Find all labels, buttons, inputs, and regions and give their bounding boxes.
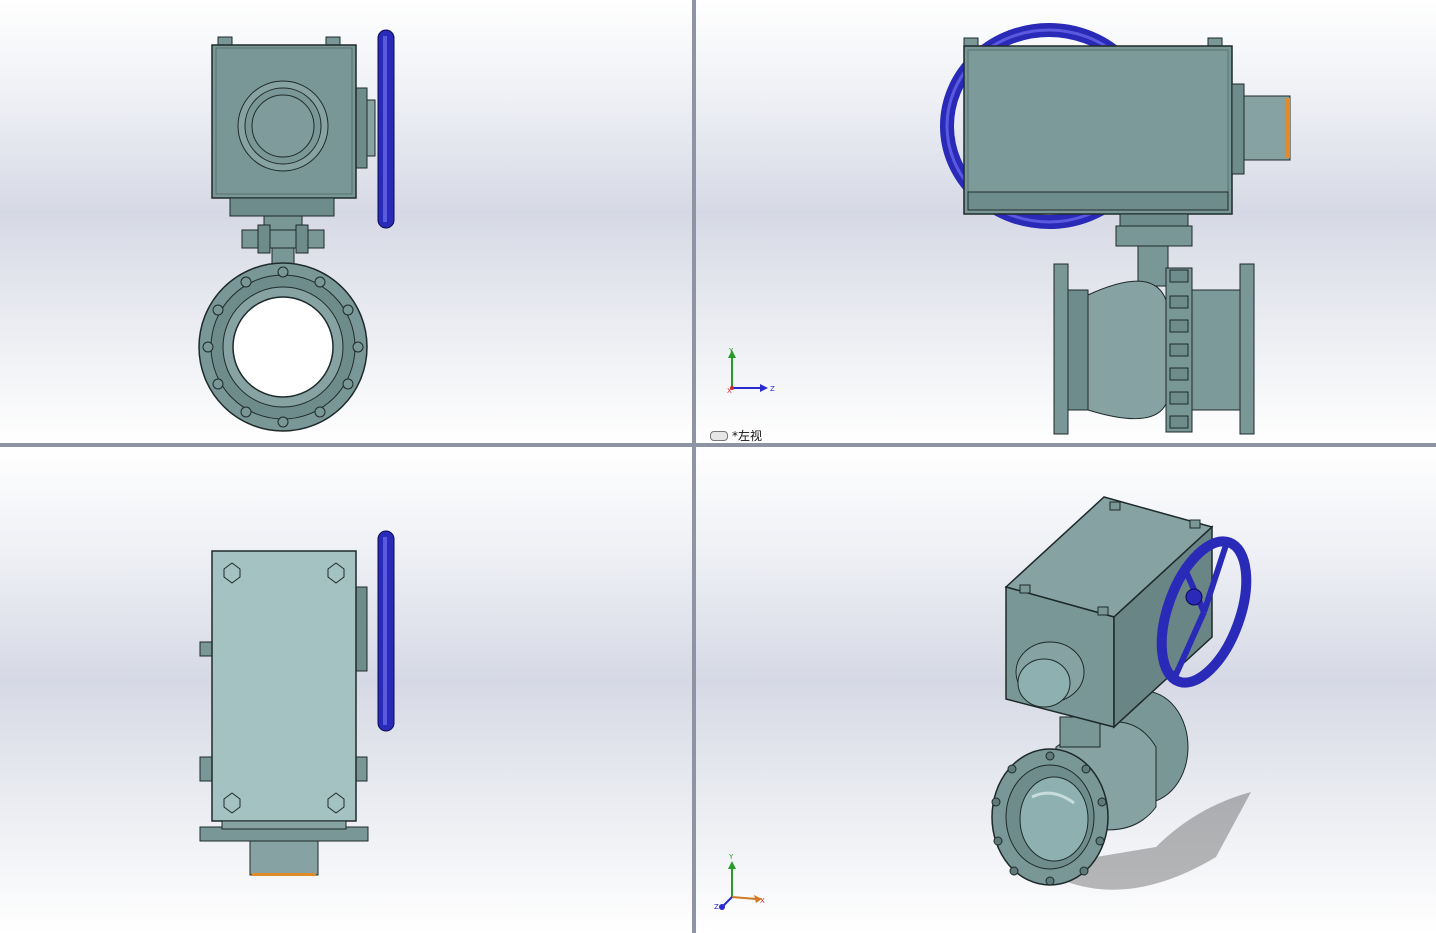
body-flange-left <box>1053 263 1069 435</box>
front-view-model <box>198 29 395 432</box>
viewport-top-view[interactable] <box>0 447 692 933</box>
valve-body <box>1087 280 1167 420</box>
viewport-left-view[interactable]: Y Z X *左视 <box>696 0 1436 443</box>
input-shaft <box>249 840 319 876</box>
view-name: *左视 <box>732 429 763 443</box>
viewport-isometric[interactable]: Y X Z <box>696 447 1436 933</box>
viewport-front[interactable] <box>0 0 692 443</box>
axis-triad <box>728 350 768 392</box>
input-shaft <box>1017 658 1071 708</box>
view-orientation-label[interactable]: *左视 <box>710 427 762 443</box>
input-shaft <box>1243 95 1291 161</box>
body-flange-right <box>1239 263 1255 435</box>
viewport-divider-horizontal[interactable] <box>0 443 1436 447</box>
top-view-model <box>199 530 395 876</box>
gear-side-plate <box>354 87 368 169</box>
gearbox-top <box>211 550 357 822</box>
axis-triad <box>719 861 762 910</box>
isometric-model <box>719 496 1252 910</box>
viewport-divider-vertical[interactable] <box>692 0 696 933</box>
view-link-icon[interactable] <box>710 430 728 441</box>
left-view-model <box>728 23 1291 435</box>
